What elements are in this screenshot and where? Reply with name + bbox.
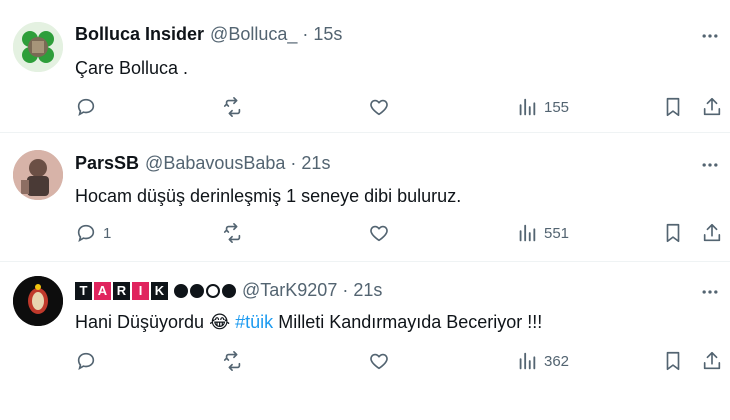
tweet-2[interactable]: ParsSB @BabavousBaba · 21s Hocam düşüş d… [0, 133, 730, 262]
reply-count: 1 [103, 224, 112, 242]
reply-button[interactable] [75, 95, 103, 119]
views-icon [519, 352, 536, 370]
name-letter: T [75, 281, 92, 300]
separator: · [302, 24, 309, 44]
retweet-icon [223, 351, 241, 371]
retweet-button[interactable] [222, 349, 244, 373]
share-button[interactable] [701, 221, 723, 245]
views-count: 362 [544, 352, 570, 370]
views-button[interactable]: 155 [516, 95, 569, 119]
tweet-1[interactable]: Bolluca Insider @Bolluca_ · 15s Çare Bol… [0, 0, 730, 133]
author-name[interactable]: Bolluca Insider [75, 24, 204, 45]
views-icon [519, 224, 536, 242]
retweet-button[interactable] [222, 95, 244, 119]
like-button[interactable] [368, 95, 390, 119]
reply-icon [77, 352, 95, 371]
reply-button[interactable]: 1 [75, 221, 111, 245]
name-letter: K [151, 281, 168, 300]
like-icon [370, 99, 388, 116]
tweet-actions: 155 [0, 95, 730, 119]
bookmark-icon [666, 97, 680, 117]
reply-button[interactable] [75, 349, 103, 373]
avatar-image-icon [13, 150, 63, 200]
bookmark-icon [666, 351, 680, 371]
retweet-icon [223, 223, 241, 243]
more-button[interactable] [698, 280, 722, 304]
tweet-header: T A R I K @TarK9207 · 21s [75, 280, 382, 301]
like-button[interactable] [368, 221, 390, 245]
author-handle[interactable]: @Bolluca_ [210, 24, 297, 45]
share-button[interactable] [701, 95, 723, 119]
reply-icon [77, 224, 95, 243]
separator: · [342, 280, 349, 300]
hashtag-link[interactable]: #tüik [235, 312, 273, 332]
share-icon [703, 97, 721, 116]
tweet-actions: 362 [0, 349, 730, 373]
views-button[interactable]: 362 [516, 349, 569, 373]
tweet-3[interactable]: T A R I K @TarK9207 · 21s Hani Düşüyordu… [0, 262, 730, 420]
bookmark-button[interactable] [662, 349, 684, 373]
more-icon [702, 163, 718, 167]
share-icon [703, 223, 721, 242]
separator: · [290, 153, 297, 173]
name-letter: I [132, 281, 149, 300]
author-name[interactable]: T A R I K [75, 281, 168, 300]
tweet-text: Hani Düşüyordu 😂 #tüik Milleti Kandırmay… [75, 312, 542, 333]
tweet-actions: 1 551 [0, 221, 730, 245]
retweet-button[interactable] [222, 221, 244, 245]
share-icon [703, 351, 721, 370]
views-count: 551 [544, 224, 570, 242]
tweet-text: Çare Bolluca . [75, 58, 189, 78]
avatar[interactable] [13, 150, 63, 200]
views-count: 155 [544, 98, 570, 116]
bookmark-icon [666, 223, 680, 243]
tweet-text: Hocam düşüş derinleşmiş 1 seneye dibi bu… [75, 186, 462, 206]
avatar-image-icon [13, 276, 63, 326]
tweet-header: Bolluca Insider @Bolluca_ · 15s [75, 24, 342, 45]
avatar[interactable] [13, 276, 63, 326]
timestamp[interactable]: 21s [301, 153, 330, 174]
author-handle[interactable]: @BabavousBaba [145, 153, 285, 174]
like-icon [370, 225, 388, 242]
like-icon [370, 353, 388, 370]
tweet-header: ParsSB @BabavousBaba · 21s [75, 153, 330, 174]
author-handle[interactable]: @TarK9207 [242, 280, 337, 301]
reply-icon [77, 98, 95, 117]
author-name[interactable]: ParsSB [75, 153, 139, 174]
share-button[interactable] [701, 349, 723, 373]
laughing-emoji: 😂 [209, 312, 231, 332]
bookmark-button[interactable] [662, 221, 684, 245]
more-icon [702, 34, 718, 38]
tweet-text-part: Milleti Kandırmayıda Beceriyor !!! [278, 312, 543, 332]
views-icon [519, 98, 536, 116]
bookmark-button[interactable] [662, 95, 684, 119]
more-button[interactable] [698, 153, 722, 177]
timestamp[interactable]: 15s [313, 24, 342, 45]
timestamp[interactable]: 21s [353, 280, 382, 301]
avatar[interactable] [13, 22, 63, 72]
retweet-icon [223, 97, 241, 117]
tweet-text-part: Hani Düşüyordu [75, 312, 205, 332]
views-button[interactable]: 551 [516, 221, 569, 245]
name-letter: A [94, 281, 111, 300]
name-letter: R [113, 281, 130, 300]
like-button[interactable] [368, 349, 390, 373]
more-icon [702, 290, 718, 294]
more-button[interactable] [698, 24, 722, 48]
name-emoji-circles-icon [174, 283, 236, 298]
clover-logo-icon [13, 22, 63, 72]
